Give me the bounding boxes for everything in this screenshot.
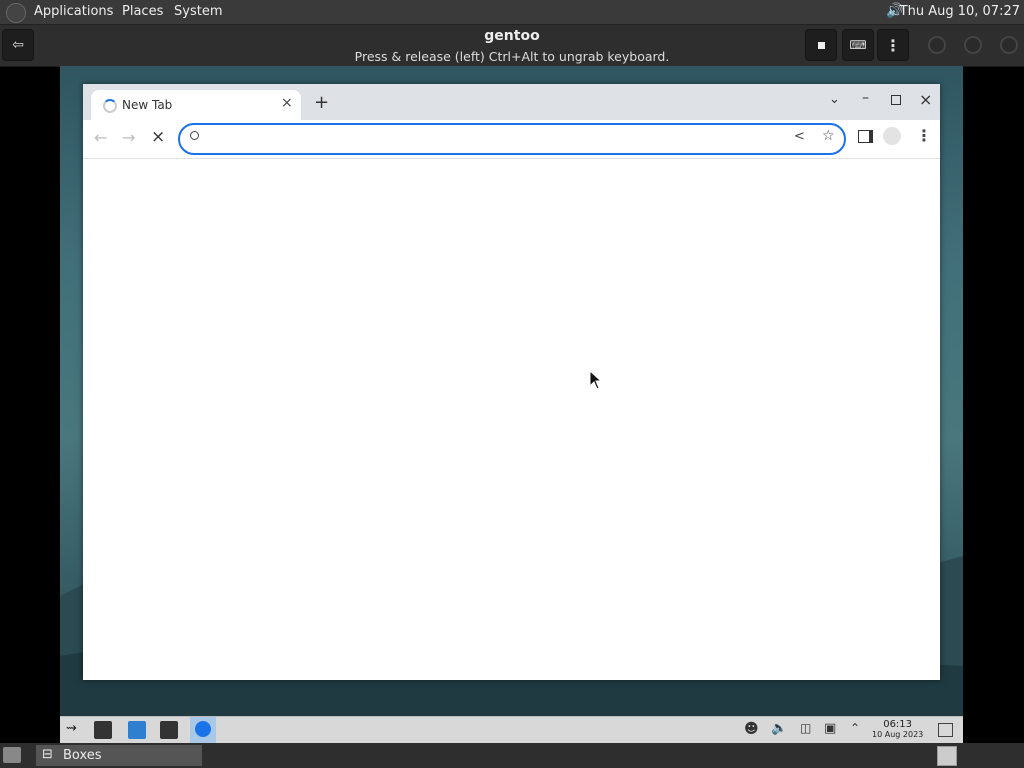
tray-expand-icon[interactable]: ⌃ — [850, 721, 868, 739]
usb-icon[interactable]: ◫ — [800, 721, 818, 739]
gnome-foot-icon[interactable] — [6, 3, 26, 23]
back-arrow-icon[interactable]: ← — [94, 128, 107, 147]
tab-strip: New Tab × + ⌄ – × — [83, 84, 940, 120]
side-panel-icon[interactable] — [858, 130, 873, 143]
search-icon — [190, 131, 199, 140]
app-launcher-icon[interactable]: ⇝ — [66, 721, 84, 739]
vertical-dots-icon: ⋮ — [885, 35, 901, 55]
chrome-taskbar-button[interactable] — [190, 717, 216, 743]
taskbar-item-label: Boxes — [63, 748, 102, 763]
chrome-icon — [195, 721, 211, 737]
bookmark-star-icon[interactable]: ☆ — [822, 128, 835, 144]
share-icon[interactable]: < — [794, 129, 805, 144]
new-tab-icon[interactable]: + — [314, 92, 329, 113]
keyboard-button[interactable]: ⌨ — [842, 29, 874, 61]
close-tab-icon[interactable]: × — [281, 95, 293, 111]
file-manager-tray-icon[interactable] — [94, 721, 112, 739]
host-top-panel: Applications Places System 🔊 Thu Aug 10,… — [0, 0, 1024, 25]
guest-time: 06:13 — [883, 719, 913, 730]
browser-toolbar: ← → × < ☆ ⋮ — [83, 120, 940, 159]
network-icon[interactable]: ▣ — [824, 721, 842, 739]
stop-icon — [817, 41, 825, 49]
close-icon[interactable]: × — [919, 90, 932, 109]
host-bottom-bar: ⊟ Boxes — [0, 743, 1024, 768]
tab-new-tab[interactable]: New Tab × — [91, 90, 301, 120]
menu-places[interactable]: Places — [122, 4, 163, 19]
user-icon[interactable]: ☻ — [744, 721, 762, 739]
show-desktop-icon[interactable] — [938, 723, 953, 737]
chrome-window: New Tab × + ⌄ – × ← → × < ☆ ⋮ — [83, 84, 940, 680]
maximize-icon[interactable] — [891, 95, 901, 105]
terminal-icon[interactable] — [160, 721, 178, 739]
menu-button[interactable]: ⋮ — [877, 29, 909, 61]
close-window-button[interactable] — [1000, 36, 1018, 54]
speaker-icon[interactable]: 🔈 — [771, 721, 789, 739]
omnibox[interactable]: < ☆ — [178, 123, 846, 155]
menu-system[interactable]: System — [174, 4, 222, 19]
chrome-menu-icon[interactable]: ⋮ — [916, 126, 932, 145]
address-input[interactable] — [210, 130, 774, 147]
maximize-window-button[interactable] — [964, 36, 982, 54]
taskbar-item-boxes[interactable]: ⊟ Boxes — [36, 745, 202, 766]
keyboard-icon: ⌨ — [849, 38, 867, 52]
folder-icon[interactable] — [128, 721, 146, 739]
tab-search-icon[interactable]: ⌄ — [829, 92, 840, 107]
menu-applications[interactable]: Applications — [34, 4, 113, 19]
stop-loading-icon[interactable]: × — [151, 127, 165, 147]
workspace-switcher-icon[interactable] — [937, 746, 957, 766]
forward-arrow-icon[interactable]: → — [122, 128, 135, 147]
show-desktop-host-icon[interactable] — [3, 747, 21, 763]
boxes-header-bar: ⇦ gentoo Press & release (left) Ctrl+Alt… — [0, 25, 1024, 67]
guest-clock[interactable]: 06:13 10 Aug 2023 — [872, 720, 923, 740]
boxes-app-icon: ⊟ — [42, 747, 53, 762]
page-content[interactable] — [83, 159, 940, 680]
mouse-cursor-icon — [589, 370, 603, 390]
minimize-window-button[interactable] — [928, 36, 946, 54]
guest-date: 10 Aug 2023 — [872, 730, 924, 739]
stop-button[interactable] — [805, 29, 837, 61]
guest-taskbar: ⇝ ☻ 🔈 ◫ ▣ ⌃ 06:13 10 Aug 2023 — [60, 716, 963, 743]
host-clock[interactable]: Thu Aug 10, 07:27 — [900, 4, 1020, 19]
minimize-icon[interactable]: – — [862, 90, 869, 106]
profile-avatar-icon[interactable] — [883, 127, 901, 145]
loading-spinner-icon — [103, 99, 117, 113]
tab-title: New Tab — [122, 98, 173, 112]
